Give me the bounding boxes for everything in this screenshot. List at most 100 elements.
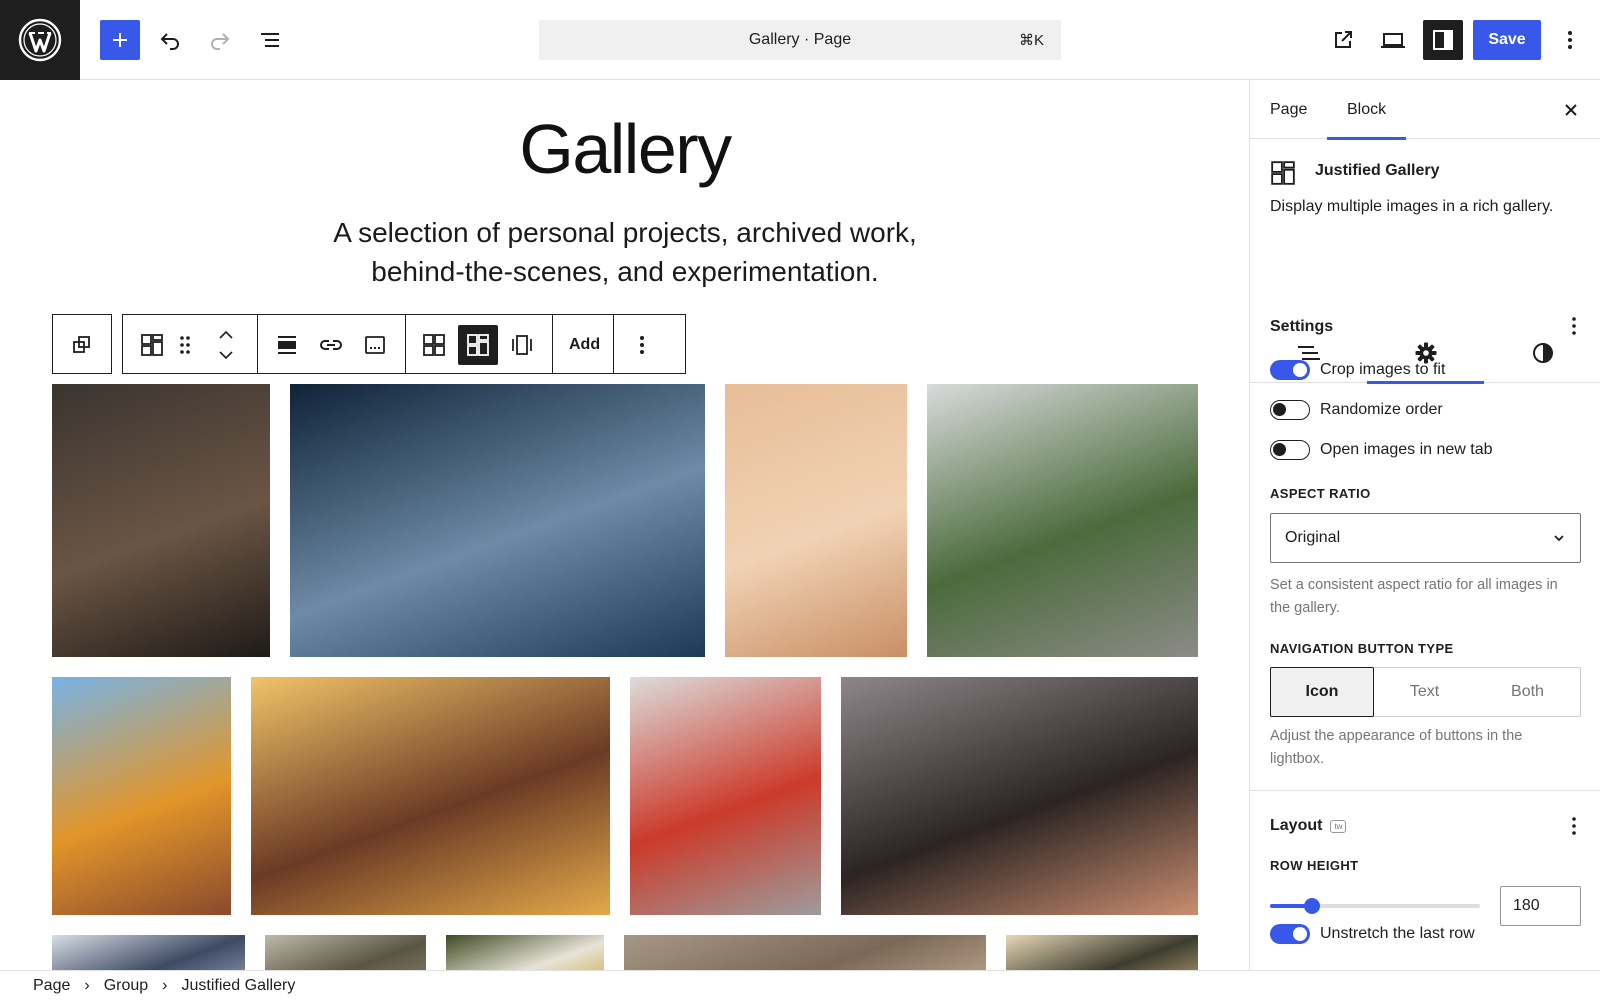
shortcut-hint: ⌘K <box>1018 32 1044 49</box>
justified-icon <box>467 334 489 356</box>
command-palette-bar[interactable]: Gallery · Page ⌘K <box>539 20 1061 60</box>
grid-icon <box>423 334 445 356</box>
page-subtitle[interactable]: A selection of personal projects, archiv… <box>250 213 1000 291</box>
gallery-image[interactable] <box>927 384 1198 657</box>
subtitle-line: behind-the-scenes, and experimentation. <box>371 256 879 287</box>
breadcrumb-item-current: Justified Gallery <box>181 976 296 994</box>
select-parent-button[interactable] <box>62 325 102 365</box>
toggle-crop-images[interactable]: Crop images to fit <box>1270 358 1445 382</box>
breadcrumb-item[interactable]: Group <box>104 977 148 995</box>
gallery-image[interactable] <box>446 935 604 970</box>
block-options-button[interactable] <box>622 325 662 365</box>
options-menu-button[interactable] <box>1550 20 1590 60</box>
editor-canvas: Gallery A selection of personal projects… <box>0 81 1250 970</box>
move-up-down-button[interactable] <box>209 325 243 365</box>
aspect-ratio-help: Set a consistent aspect ratio for all im… <box>1270 577 1558 616</box>
link-icon <box>320 340 342 350</box>
contrast-icon <box>1532 343 1553 363</box>
wordpress-logo-button[interactable] <box>0 0 80 80</box>
carousel-layout-button[interactable] <box>502 325 542 365</box>
external-link-icon <box>1335 31 1352 48</box>
document-overview-button[interactable] <box>250 20 290 60</box>
subtitle-line: A selection of personal projects, archiv… <box>333 217 917 248</box>
save-button[interactable]: Save <box>1473 20 1541 60</box>
caption-button[interactable] <box>355 325 395 365</box>
breadcrumb-item[interactable]: Page <box>33 977 70 995</box>
add-images-button[interactable]: Add <box>569 325 600 365</box>
block-breadcrumb: Page › Group › Justified Gallery <box>0 970 1600 1000</box>
toggle-switch[interactable] <box>1270 400 1310 420</box>
panel-divider <box>1250 790 1600 791</box>
justified-layout-button[interactable] <box>458 325 498 365</box>
toolbar-divider <box>257 315 258 373</box>
settings-sidebar: Page Block Justified Gallery Display mul… <box>1249 80 1600 970</box>
device-preview-button[interactable] <box>1373 20 1413 60</box>
breadcrumb-separator: › <box>84 976 90 994</box>
link-button[interactable] <box>311 325 351 365</box>
toggle-switch[interactable] <box>1270 924 1310 944</box>
gallery-image[interactable] <box>725 384 907 657</box>
gallery-image[interactable] <box>630 677 821 915</box>
nav-option-both[interactable]: Both <box>1475 668 1580 716</box>
grid-layout-button[interactable] <box>414 325 454 365</box>
block-controls-group: Add <box>122 314 686 374</box>
gallery-image[interactable] <box>251 677 610 915</box>
aspect-ratio-label: ASPECT RATIO <box>1270 486 1371 501</box>
close-sidebar-button[interactable] <box>1560 99 1582 121</box>
gallery-image[interactable] <box>52 677 231 915</box>
more-vertical-icon <box>1568 31 1572 49</box>
row-height-input[interactable]: 180 <box>1500 886 1581 926</box>
undo-button[interactable] <box>150 20 190 60</box>
align-wide-icon <box>278 336 296 354</box>
toggle-label: Randomize order <box>1320 401 1443 418</box>
toggle-label: Open images in new tab <box>1320 441 1493 458</box>
toggle-switch[interactable] <box>1270 440 1310 460</box>
gallery-image[interactable] <box>52 384 270 657</box>
gallery-image[interactable] <box>1006 935 1198 970</box>
layout-options-button[interactable] <box>1564 816 1584 836</box>
settings-panel-title[interactable]: Settings <box>1270 318 1333 336</box>
toggle-randomize-order[interactable]: Randomize order <box>1270 398 1443 422</box>
tailwind-badge: tw <box>1330 819 1347 833</box>
more-vertical-icon <box>1572 817 1576 835</box>
gallery-image[interactable] <box>290 384 705 657</box>
list-view-icon <box>261 33 279 47</box>
nav-button-type-label: NAVIGATION BUTTON TYPE <box>1270 641 1454 656</box>
toggle-open-new-tab[interactable]: Open images in new tab <box>1270 438 1493 462</box>
wordpress-icon <box>18 18 62 62</box>
aspect-ratio-select[interactable]: Original <box>1270 513 1581 563</box>
gallery-image[interactable] <box>265 935 426 970</box>
view-page-button[interactable] <box>1323 20 1363 60</box>
carousel-icon <box>512 335 532 355</box>
toggle-switch[interactable] <box>1270 360 1310 380</box>
sidebar-icon <box>1433 30 1453 50</box>
drag-handle[interactable] <box>170 325 200 365</box>
nav-button-type-control: Icon Text Both <box>1270 667 1581 717</box>
gallery-image[interactable] <box>841 677 1198 915</box>
nav-option-text[interactable]: Text <box>1374 668 1475 716</box>
document-title: Gallery · Page <box>748 31 852 48</box>
nav-option-icon[interactable]: Icon <box>1270 667 1374 717</box>
gallery-image[interactable] <box>624 935 986 970</box>
tab-page[interactable]: Page <box>1270 80 1307 139</box>
settings-options-button[interactable] <box>1564 316 1584 336</box>
layout-panel-title[interactable]: Layout tw <box>1270 817 1347 835</box>
slider-thumb[interactable] <box>1304 898 1320 914</box>
aspect-ratio-value: Original <box>1285 529 1341 546</box>
align-button[interactable] <box>267 325 307 365</box>
toolbar-divider <box>405 315 406 373</box>
gallery-image[interactable] <box>52 935 245 970</box>
row-height-slider[interactable] <box>1270 896 1480 916</box>
block-description: Display multiple images in a rich galler… <box>1270 198 1554 215</box>
block-inserter-button[interactable] <box>100 20 140 60</box>
settings-toggle-button[interactable] <box>1423 20 1463 60</box>
page-title[interactable]: Gallery <box>0 109 1250 189</box>
group-icon <box>73 336 90 353</box>
redo-button[interactable] <box>200 20 240 60</box>
toggle-unstretch-last-row[interactable]: Unstretch the last row <box>1270 922 1475 946</box>
block-type-button[interactable] <box>132 325 172 365</box>
block-name: Justified Gallery <box>1315 162 1440 179</box>
tab-block[interactable]: Block <box>1326 80 1407 140</box>
drag-handle-icon <box>180 336 190 354</box>
toggle-label: Unstretch the last row <box>1320 925 1475 942</box>
